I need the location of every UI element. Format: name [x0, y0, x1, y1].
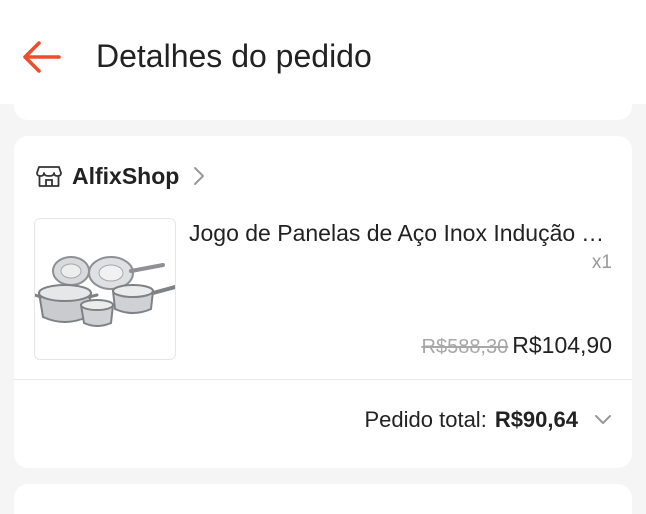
back-button[interactable]	[18, 36, 64, 78]
chevron-right-icon	[193, 166, 205, 186]
order-total-label: Pedido total:	[364, 407, 487, 432]
order-total-value: R$90,64	[494, 407, 578, 432]
next-section-card	[14, 484, 632, 514]
store-icon	[36, 166, 62, 187]
order-card: AlfixShop Jogo de Panelas de Aço Inox In…	[14, 136, 632, 468]
product-quantity: x1	[591, 252, 612, 273]
shop-name: AlfixShop	[72, 162, 180, 189]
chevron-down-icon	[594, 414, 612, 426]
page-title: Detalhes do pedido	[96, 38, 372, 74]
shop-link[interactable]: AlfixShop	[36, 160, 205, 192]
divider	[14, 379, 632, 380]
previous-section-card	[14, 96, 632, 120]
arrow-left-icon	[23, 41, 61, 73]
product-image[interactable]	[34, 218, 176, 360]
order-total-toggle[interactable]: Pedido total: R$90,64	[365, 404, 613, 436]
app-header: Detalhes do pedido	[0, 0, 646, 104]
cookware-set-image	[35, 256, 175, 327]
sale-price: R$104,90	[512, 332, 612, 358]
original-price: R$588,30	[421, 336, 509, 358]
product-name[interactable]: Jogo de Panelas de Aço Inox Indução Tram…	[189, 218, 615, 248]
product-prices: R$588,30 R$104,90	[422, 332, 613, 359]
